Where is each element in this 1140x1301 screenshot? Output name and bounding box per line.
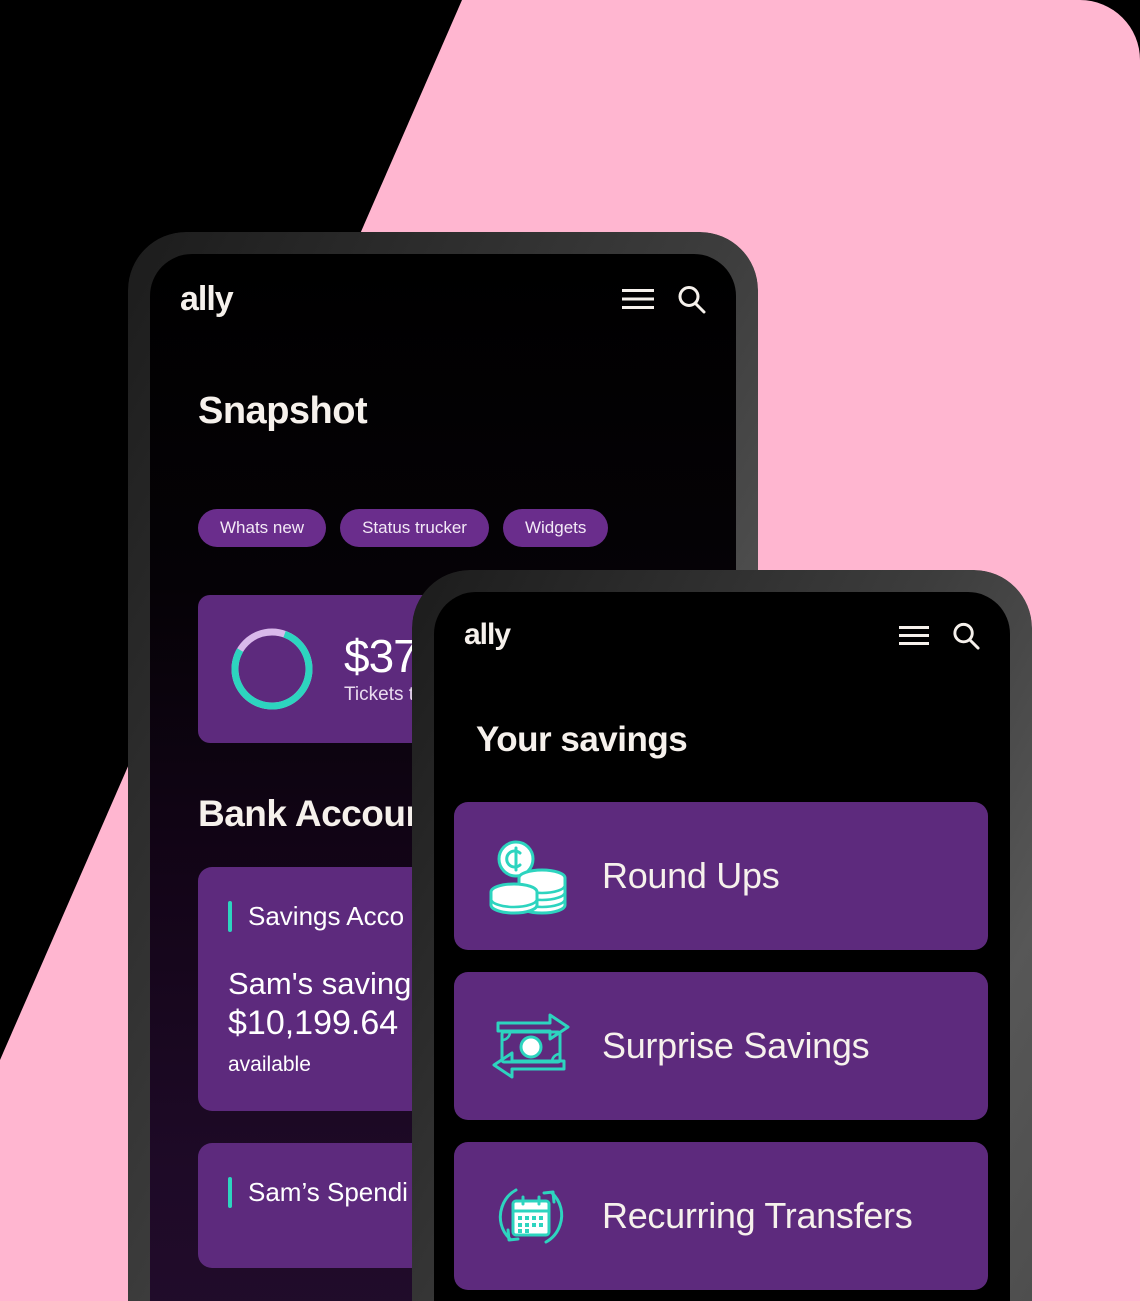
back-header-actions	[622, 284, 706, 314]
account-accent-bar	[228, 901, 232, 932]
front-phone-screen: ally Your savings Round Ups Surprise Sav…	[434, 592, 1010, 1301]
filter-pill-row: Whats new Status trucker Widgets	[150, 433, 736, 547]
hamburger-menu-icon[interactable]	[899, 625, 929, 646]
option-card-round-ups[interactable]: Round Ups	[454, 802, 988, 950]
front-phone-mockup: ally Your savings Round Ups Surprise Sav…	[412, 570, 1032, 1301]
account-accent-bar	[228, 1177, 232, 1208]
donut-progress-icon	[228, 625, 316, 713]
front-header-actions	[899, 621, 980, 650]
back-app-header: ally	[150, 254, 736, 316]
screenshot-canvas: ally Snapshot Whats new Status trucker W…	[0, 0, 1140, 1301]
ally-logo[interactable]: ally	[180, 282, 234, 316]
search-icon[interactable]	[676, 284, 706, 314]
front-app-header: ally	[434, 592, 1010, 650]
account-type-label: Sam’s Spendi	[248, 1177, 408, 1207]
page-title: Your savings	[476, 720, 688, 759]
hamburger-menu-icon[interactable]	[622, 288, 654, 310]
page-title: Snapshot	[198, 390, 368, 432]
pill-status-trucker[interactable]: Status trucker	[340, 509, 489, 547]
search-icon[interactable]	[951, 621, 980, 650]
pill-widgets[interactable]: Widgets	[502, 509, 609, 547]
option-label: Round Ups	[602, 855, 780, 896]
ally-logo[interactable]: ally	[464, 620, 511, 650]
option-label: Surprise Savings	[602, 1025, 870, 1066]
option-card-surprise-savings[interactable]: Surprise Savings	[454, 972, 988, 1120]
coin-stack-icon	[488, 833, 574, 919]
savings-options-list: Round Ups Surprise Savings Recurring Tra…	[434, 760, 1010, 1290]
pill-whats-new[interactable]: Whats new	[198, 509, 327, 547]
option-card-recurring-transfers[interactable]: Recurring Transfers	[454, 1142, 988, 1290]
account-type-label: Savings Acco	[248, 901, 405, 931]
recurring-calendar-icon	[488, 1173, 574, 1259]
money-transfer-icon	[488, 1003, 574, 1089]
option-label: Recurring Transfers	[602, 1195, 913, 1236]
